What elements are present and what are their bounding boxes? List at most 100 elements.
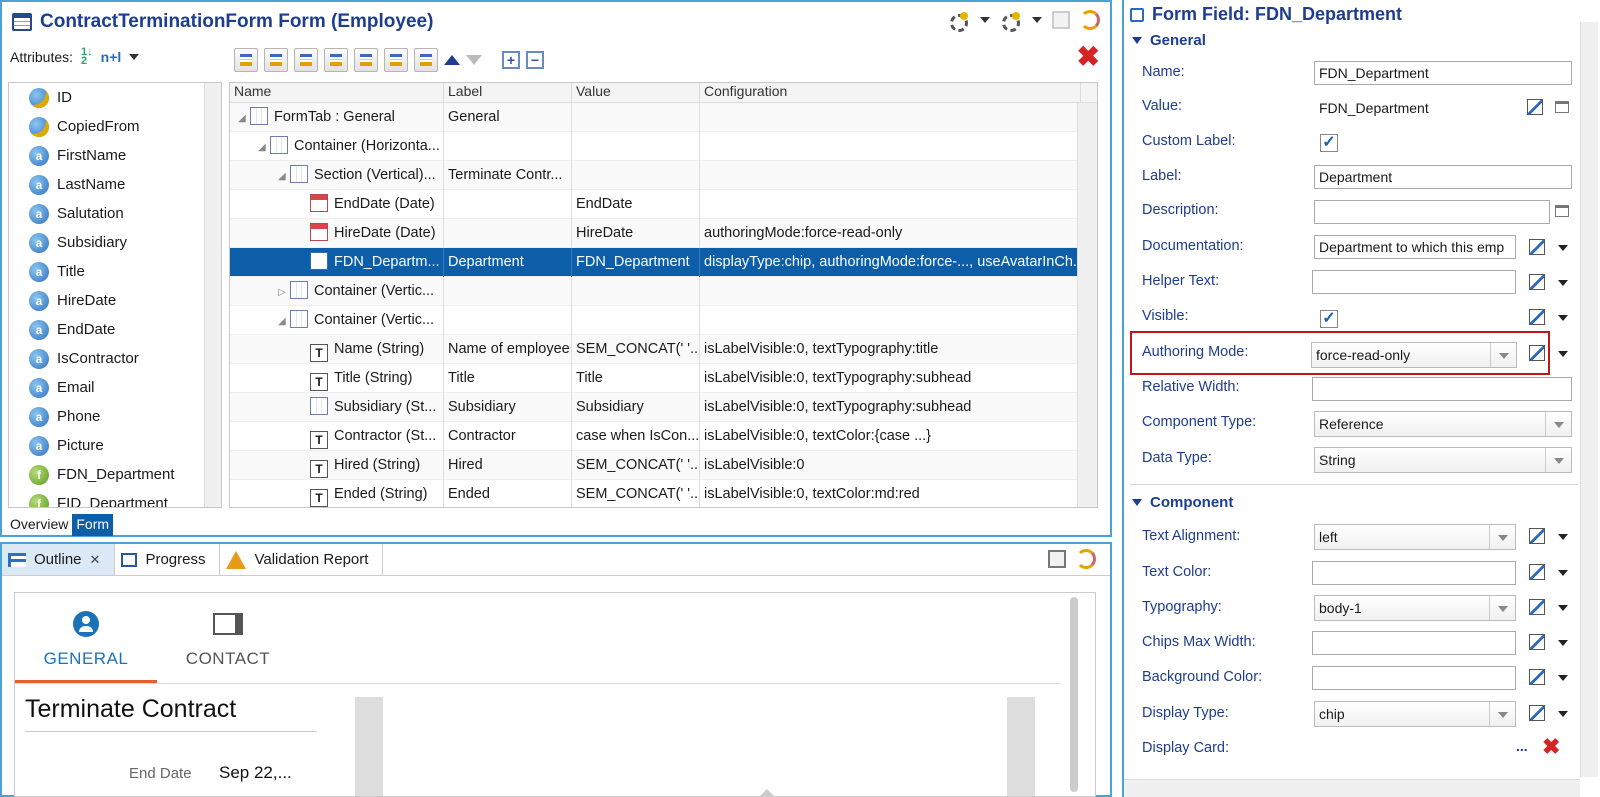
column-header-name[interactable]: Name xyxy=(230,83,444,102)
tree-row[interactable]: T Name (String) Name of employee SEM_CONCAT… xyxy=(230,334,1097,364)
chevron-down-icon[interactable] xyxy=(980,17,990,23)
attribute-item[interactable]: ID xyxy=(9,83,221,112)
expand-toggle-icon[interactable]: ▷ xyxy=(278,278,290,306)
display-type-select[interactable]: chip xyxy=(1314,701,1516,727)
run-settings-icon[interactable] xyxy=(948,10,970,32)
tree-scrollbar[interactable] xyxy=(1077,103,1097,507)
open-editor-icon[interactable] xyxy=(1555,205,1569,217)
tab-outline[interactable]: Outline ✕ xyxy=(2,544,116,575)
preview-tab-contact[interactable]: CONTACT xyxy=(157,593,299,683)
save-icon[interactable] xyxy=(1052,11,1070,29)
attribute-item[interactable]: a Phone xyxy=(9,402,221,431)
attribute-item[interactable]: a Title xyxy=(9,257,221,286)
attribute-item[interactable]: a LastName xyxy=(9,170,221,199)
settings-icon[interactable] xyxy=(1000,10,1022,32)
tree-row[interactable]: ◢ Section (Vertical)... Terminate Contr... xyxy=(230,160,1097,190)
tree-row[interactable]: T Hired (String) Hired SEM_CONCAT(' '... isL… xyxy=(230,450,1097,480)
typography-select[interactable]: body-1 xyxy=(1314,595,1516,621)
visible-checkbox[interactable]: ✓ xyxy=(1320,310,1338,328)
column-header-configuration[interactable]: Configuration xyxy=(700,83,1081,102)
move-up-icon[interactable] xyxy=(444,55,460,65)
description-field[interactable] xyxy=(1314,200,1550,224)
sort-numeric-icon[interactable]: 1↓ 2 xyxy=(81,47,93,67)
chevron-down-icon[interactable] xyxy=(1558,534,1568,540)
tab-progress[interactable]: Progress xyxy=(115,544,221,575)
chevron-down-icon[interactable] xyxy=(129,54,140,60)
chevron-down-icon[interactable] xyxy=(1558,570,1568,576)
tree-row[interactable]: ◢ Container (Horizonta... xyxy=(230,131,1097,161)
column-header-label[interactable]: Label xyxy=(444,83,572,102)
pin-icon[interactable] xyxy=(1048,550,1066,568)
display-card-browse-button[interactable]: ... xyxy=(1516,738,1528,754)
close-icon[interactable]: ✕ xyxy=(90,552,101,568)
tree-row[interactable]: ▷ Container (Vertic... xyxy=(230,276,1097,306)
chevron-down-icon[interactable] xyxy=(1558,351,1568,357)
refresh-icon[interactable] xyxy=(1080,10,1100,30)
relative-width-field[interactable] xyxy=(1312,377,1572,401)
attribute-item[interactable]: CopiedFrom xyxy=(9,112,221,141)
clear-display-card-icon[interactable]: ✖ xyxy=(1542,736,1560,758)
data-type-select[interactable]: String xyxy=(1314,447,1572,473)
background-color-field[interactable] xyxy=(1312,666,1516,690)
open-editor-icon[interactable] xyxy=(1555,101,1569,113)
section-component[interactable]: Component xyxy=(1132,494,1233,511)
chevron-down-icon[interactable] xyxy=(1558,675,1568,681)
documentation-field[interactable]: Department to which this emp xyxy=(1314,235,1516,259)
delete-icon[interactable]: ✖ xyxy=(1077,43,1100,71)
add-section-button[interactable] xyxy=(294,48,318,72)
properties-horizontal-scrollbar[interactable] xyxy=(1124,779,1580,797)
expand-toggle-icon[interactable]: ◢ xyxy=(278,162,290,190)
expand-all-icon[interactable]: + xyxy=(502,51,520,69)
add-widget-button[interactable] xyxy=(414,48,438,72)
authoring-mode-select[interactable]: force-read-only xyxy=(1311,342,1517,368)
expand-toggle-icon[interactable]: ◢ xyxy=(238,104,250,132)
tree-row[interactable]: Subsidiary (St... Subsidiary Subsidiary isL… xyxy=(230,392,1097,422)
tree-row[interactable]: ◢ FormTab : General General xyxy=(230,102,1097,132)
sort-name-label-button[interactable]: n+l xyxy=(101,49,122,65)
expand-toggle-icon[interactable]: ◢ xyxy=(278,307,290,335)
chevron-down-icon[interactable] xyxy=(1558,315,1568,321)
chevron-down-icon[interactable] xyxy=(1558,605,1568,611)
refresh-icon[interactable] xyxy=(1076,549,1096,569)
resize-handle-icon[interactable] xyxy=(757,789,777,796)
add-field-button[interactable] xyxy=(324,48,348,72)
tab-overview[interactable]: Overview xyxy=(6,514,72,536)
attribute-item[interactable]: a EndDate xyxy=(9,315,221,344)
attribute-item[interactable]: a IsContractor xyxy=(9,344,221,373)
chevron-down-icon[interactable] xyxy=(1558,711,1568,717)
chevron-down-icon[interactable] xyxy=(1558,640,1568,646)
add-container-button[interactable] xyxy=(264,48,288,72)
attribute-item[interactable]: a Subsidiary xyxy=(9,228,221,257)
collapse-all-icon[interactable]: − xyxy=(526,51,544,69)
section-general[interactable]: General xyxy=(1132,32,1206,49)
tree-row[interactable]: T Contractor (St... Contractor case when Is… xyxy=(230,421,1097,451)
tree-row[interactable]: ◢ Container (Vertic... xyxy=(230,305,1097,335)
properties-vertical-scrollbar[interactable] xyxy=(1580,22,1598,777)
tree-row[interactable]: HireDate (Date) HireDate authoringMode:for… xyxy=(230,218,1097,248)
tab-form[interactable]: Form xyxy=(72,514,114,536)
attribute-item[interactable]: a HireDate xyxy=(9,286,221,315)
chevron-down-icon[interactable] xyxy=(1558,245,1568,251)
attribute-item[interactable]: a FirstName xyxy=(9,141,221,170)
add-formtab-button[interactable] xyxy=(234,48,258,72)
attribute-list-scrollbar[interactable] xyxy=(204,83,221,507)
attribute-item[interactable]: a Picture xyxy=(9,431,221,460)
attribute-item[interactable]: f FID_Department xyxy=(9,489,221,507)
column-header-value[interactable]: Value xyxy=(572,83,700,102)
text-color-field[interactable] xyxy=(1312,561,1516,585)
chips-max-width-field[interactable] xyxy=(1312,631,1516,655)
name-field[interactable]: FDN_Department xyxy=(1314,61,1572,85)
chevron-down-icon[interactable] xyxy=(1032,17,1042,23)
add-chart-button[interactable] xyxy=(384,48,408,72)
attribute-item[interactable]: f FDN_Department xyxy=(9,460,221,489)
custom-label-checkbox[interactable]: ✓ xyxy=(1320,134,1338,152)
attribute-item[interactable]: a Email xyxy=(9,373,221,402)
move-down-icon[interactable] xyxy=(466,55,482,65)
preview-scrollbar[interactable] xyxy=(1070,597,1078,792)
text-alignment-select[interactable]: left xyxy=(1314,524,1516,550)
chevron-down-icon[interactable] xyxy=(1558,280,1568,286)
tree-row[interactable]: FDN_Departm... Department FDN_Department di… xyxy=(230,247,1097,277)
component-type-select[interactable]: Reference xyxy=(1314,411,1572,437)
helper-text-field[interactable] xyxy=(1312,270,1516,294)
tree-row[interactable]: T Ended (String) Ended SEM_CONCAT(' '... isL… xyxy=(230,479,1097,507)
